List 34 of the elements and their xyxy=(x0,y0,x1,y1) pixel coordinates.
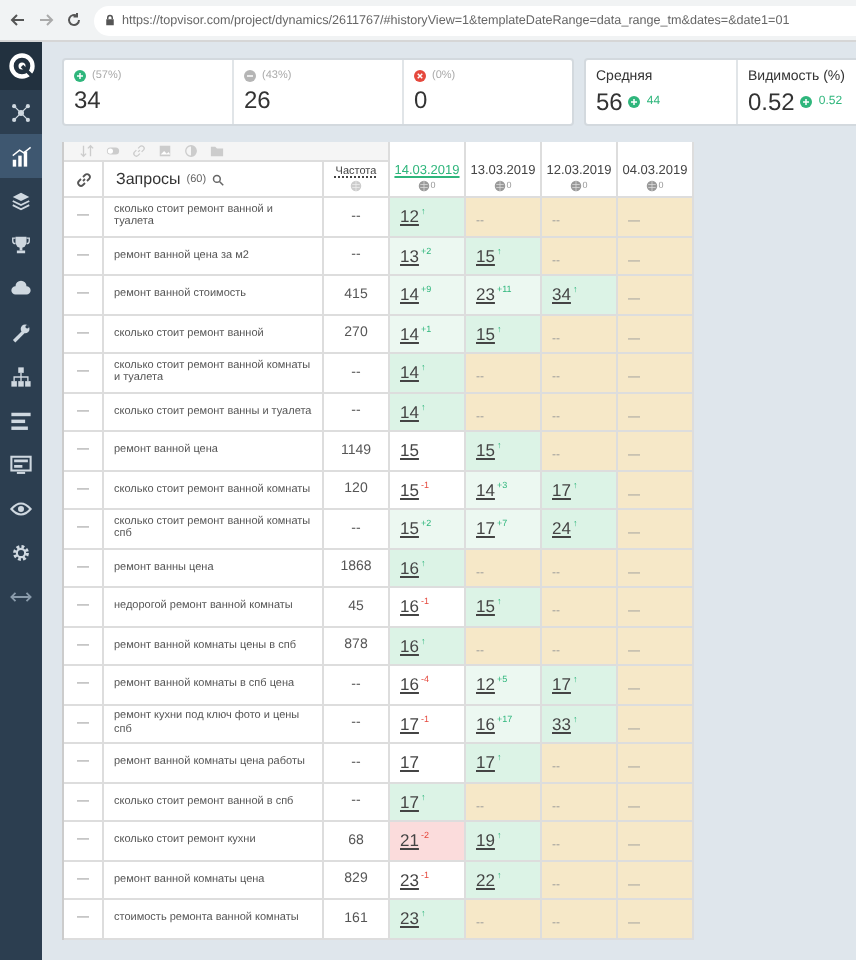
settings-icon xyxy=(10,541,32,563)
eye-icon xyxy=(10,497,32,519)
count-value: 26 xyxy=(244,86,273,114)
cloud-icon xyxy=(10,277,32,299)
lock-icon xyxy=(104,14,116,26)
column-heading: Запросы xyxy=(116,170,181,188)
sidebar-item[interactable] xyxy=(0,134,42,178)
globe-icon xyxy=(646,180,659,192)
reload-icon[interactable] xyxy=(66,12,82,28)
globe-icon xyxy=(570,180,583,192)
hierarchy-icon xyxy=(10,365,32,387)
plus-icon xyxy=(628,95,641,107)
link-icon[interactable] xyxy=(75,171,91,187)
logo-icon[interactable] xyxy=(7,52,35,80)
monitor-icon xyxy=(10,453,32,475)
globe-icon xyxy=(350,180,362,192)
trophy-icon xyxy=(10,233,32,255)
stat-value: 0.52 xyxy=(748,87,795,115)
layers-icon xyxy=(10,189,32,211)
position-cell: 17 xyxy=(390,744,466,783)
plus-icon xyxy=(800,95,813,107)
bar-chart-icon xyxy=(10,145,32,167)
count-value: 34 xyxy=(74,86,103,114)
stat-value: 56 xyxy=(596,87,623,115)
globe-icon xyxy=(494,180,507,192)
search-icon[interactable] xyxy=(212,173,225,185)
wrench-icon xyxy=(10,321,32,343)
back-icon[interactable] xyxy=(10,12,26,28)
globe-icon xyxy=(418,180,431,192)
toggle-icon[interactable] xyxy=(106,144,120,158)
count-value: 0 xyxy=(414,86,430,114)
position-cell: 15 xyxy=(390,432,466,471)
list-icon xyxy=(10,409,32,431)
network-icon xyxy=(10,101,32,123)
